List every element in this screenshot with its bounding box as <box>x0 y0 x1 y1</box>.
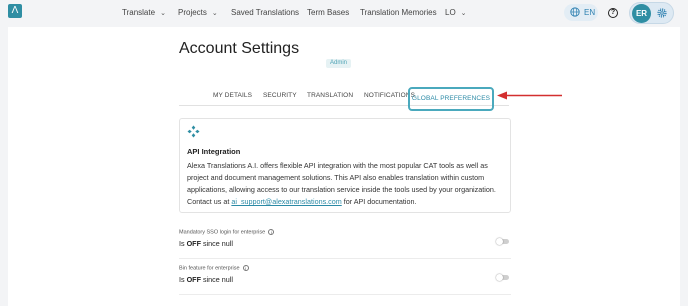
role-badge: Admin <box>326 59 352 68</box>
setting-label-text: Bin feature for enterprise <box>179 265 240 272</box>
nav-lo-label: LO <box>445 8 456 17</box>
api-diamond-icon <box>187 125 200 138</box>
status-suffix: since null <box>200 275 233 284</box>
avatar: ER <box>632 4 651 23</box>
nav-projects[interactable]: Projects ⌄ <box>178 8 218 17</box>
support-email-link[interactable]: ai_support@alexatranslations.com <box>231 197 341 206</box>
setting-label-text: Mandatory SSO login for enterprise <box>179 229 266 236</box>
nav-saved-translations[interactable]: Saved Translations <box>231 8 299 17</box>
globe-icon <box>570 7 580 17</box>
setting-status: Is OFF since null <box>179 239 233 248</box>
nav-translate[interactable]: Translate ⌄ <box>122 8 166 17</box>
nav-saved-translations-label: Saved Translations <box>231 8 300 17</box>
main-content: Account Settings Admin MY DETAILS SECURI… <box>8 27 680 306</box>
chevron-down-icon: ⌄ <box>160 10 166 17</box>
chevron-down-icon: ⌄ <box>460 10 467 17</box>
user-menu[interactable]: ER <box>629 2 674 24</box>
bin-feature-toggle[interactable] <box>496 273 509 281</box>
tab-translation[interactable]: TRANSLATION <box>307 92 353 99</box>
contact-prefix: Contact us at <box>187 197 232 206</box>
setting-status: Is OFF since null <box>179 275 233 284</box>
setting-label: Bin feature for enterprise i <box>179 265 249 271</box>
tab-security[interactable]: SECURITY <box>263 92 297 99</box>
page-title: Account Settings <box>179 40 300 57</box>
info-icon[interactable]: i <box>268 229 275 235</box>
status-value: OFF <box>186 275 201 284</box>
gear-icon <box>657 8 667 18</box>
help-icon[interactable]: ? <box>608 8 618 18</box>
api-card-description: Alexa Translations A.I. offers flexible … <box>187 161 496 194</box>
tab-global-preferences[interactable]: GLOBAL PREFERENCES <box>408 87 494 111</box>
api-card-title: API Integration <box>187 147 241 156</box>
settings-tabs: MY DETAILS SECURITY TRANSLATION NOTIFICA… <box>179 83 509 111</box>
nav-term-bases-label: Term Bases <box>307 8 350 17</box>
setting-bin-feature: Bin feature for enterprise i Is OFF since… <box>179 265 511 295</box>
tab-my-details[interactable]: MY DETAILS <box>213 92 252 99</box>
nav-projects-label: Projects <box>178 8 207 17</box>
nav-translate-label: Translate <box>122 8 156 17</box>
language-label: EN <box>584 8 596 17</box>
setting-mandatory-sso: Mandatory SSO login for enterprise i Is O… <box>179 229 511 259</box>
language-switcher[interactable]: EN <box>564 4 598 21</box>
api-card-contact: Contact us at ai_support@alexatranslatio… <box>187 197 416 206</box>
info-icon[interactable]: i <box>242 265 249 271</box>
nav-translation-memories[interactable]: Translation Memories <box>360 8 437 17</box>
sso-toggle[interactable] <box>496 237 509 245</box>
status-prefix: Is <box>179 275 187 284</box>
app-logo-icon[interactable]: Λ <box>8 4 22 18</box>
status-suffix: since null <box>200 239 233 248</box>
api-integration-card: API Integration Alexa Translations A.I. … <box>179 118 511 213</box>
nav-translation-memories-label: Translation Memories <box>360 8 437 17</box>
setting-label: Mandatory SSO login for enterprise i <box>179 229 275 236</box>
nav-lo[interactable]: LO ⌄ <box>445 8 467 17</box>
top-navigation-bar: Λ Translate ⌄ Projects ⌄ Saved Translation… <box>0 0 688 27</box>
annotation-arrow-icon <box>497 91 562 100</box>
status-prefix: Is <box>179 239 187 248</box>
nav-term-bases[interactable]: Term Bases <box>307 8 349 17</box>
contact-suffix: for API documentation. <box>341 197 417 206</box>
chevron-down-icon: ⌄ <box>211 10 218 17</box>
status-value: OFF <box>186 239 201 248</box>
